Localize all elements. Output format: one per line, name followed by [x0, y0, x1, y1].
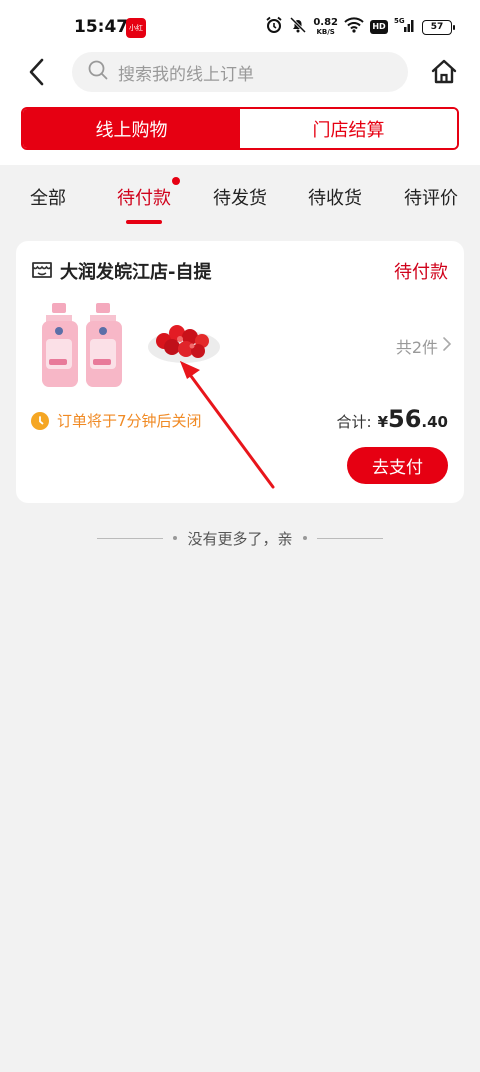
- back-button[interactable]: [20, 54, 54, 90]
- wifi-icon: [344, 17, 364, 37]
- mute-bell-icon: [289, 16, 307, 38]
- active-tab-indicator: [126, 220, 162, 224]
- pay-button[interactable]: 去支付: [347, 447, 448, 484]
- product-image-cherry-tomatoes: [144, 311, 222, 371]
- no-more-text: 没有更多了，亲: [187, 529, 293, 548]
- dot-left: [173, 536, 178, 540]
- order-total: 合计: ¥ 56 .40: [337, 405, 448, 433]
- search-input[interactable]: 搜索我的线上订单: [72, 52, 408, 92]
- segment-store-checkout[interactable]: 门店结算: [240, 109, 457, 148]
- countdown-text: 订单将于7分钟后关闭: [57, 412, 202, 430]
- store-icon: [31, 259, 53, 281]
- order-card[interactable]: 大润发皖江店-自提 待付款 共2件 订单将于7分钟后关闭 合计: ¥ 56 .4…: [16, 241, 464, 503]
- item-count-link[interactable]: 共2件: [396, 334, 452, 358]
- order-status: 待付款: [394, 262, 448, 283]
- network-speed: 0.82 KB/S: [313, 17, 338, 37]
- tab-pending-shipment[interactable]: 待发货: [213, 184, 267, 210]
- segment-online-shopping[interactable]: 线上购物: [23, 109, 240, 148]
- no-more-footer: 没有更多了，亲: [0, 526, 480, 550]
- dot-right: [302, 536, 307, 540]
- tab-pending-receipt[interactable]: 待收货: [308, 184, 362, 210]
- tab-pending-payment[interactable]: 待付款: [117, 184, 171, 210]
- status-time: 15:47: [74, 17, 129, 37]
- app-notification-icon: 小红鸭: [126, 18, 146, 52]
- tab-all[interactable]: 全部: [30, 184, 66, 210]
- signal-icon: 5G: [394, 17, 416, 37]
- unread-dot: [172, 177, 180, 185]
- currency-symbol: ¥: [377, 413, 389, 431]
- product-image-detergent: [38, 301, 126, 391]
- total-amount-decimal: .40: [421, 413, 448, 431]
- tab-pending-review[interactable]: 待评价: [404, 184, 458, 210]
- hd-badge: HD: [370, 20, 388, 34]
- total-amount-integer: 56: [388, 405, 422, 433]
- home-button[interactable]: [426, 54, 462, 90]
- countdown-notice: 订单将于7分钟后关闭: [31, 410, 202, 431]
- item-count-text: 共2件: [395, 338, 438, 357]
- status-bar: 15:47 小红鸭 0.82 KB/S HD 5G 57: [0, 0, 480, 52]
- search-icon: [88, 60, 108, 84]
- clock-icon: [31, 411, 49, 430]
- alarm-icon: [265, 16, 283, 38]
- svg-text:5G: 5G: [394, 17, 405, 25]
- divider-right: [316, 537, 383, 539]
- order-status-tabs: 全部 待付款 待发货 待收货 待评价: [0, 168, 480, 228]
- chevron-right-icon: [442, 336, 452, 356]
- total-label: 合计:: [336, 413, 372, 431]
- store-name[interactable]: 大润发皖江店-自提: [60, 258, 211, 284]
- shopping-type-segment: 线上购物 门店结算: [21, 107, 459, 150]
- divider-left: [97, 537, 164, 539]
- battery-indicator: 57: [422, 19, 455, 35]
- status-icons: 0.82 KB/S HD 5G 57: [265, 16, 455, 38]
- search-placeholder: 搜索我的线上订单: [118, 64, 254, 85]
